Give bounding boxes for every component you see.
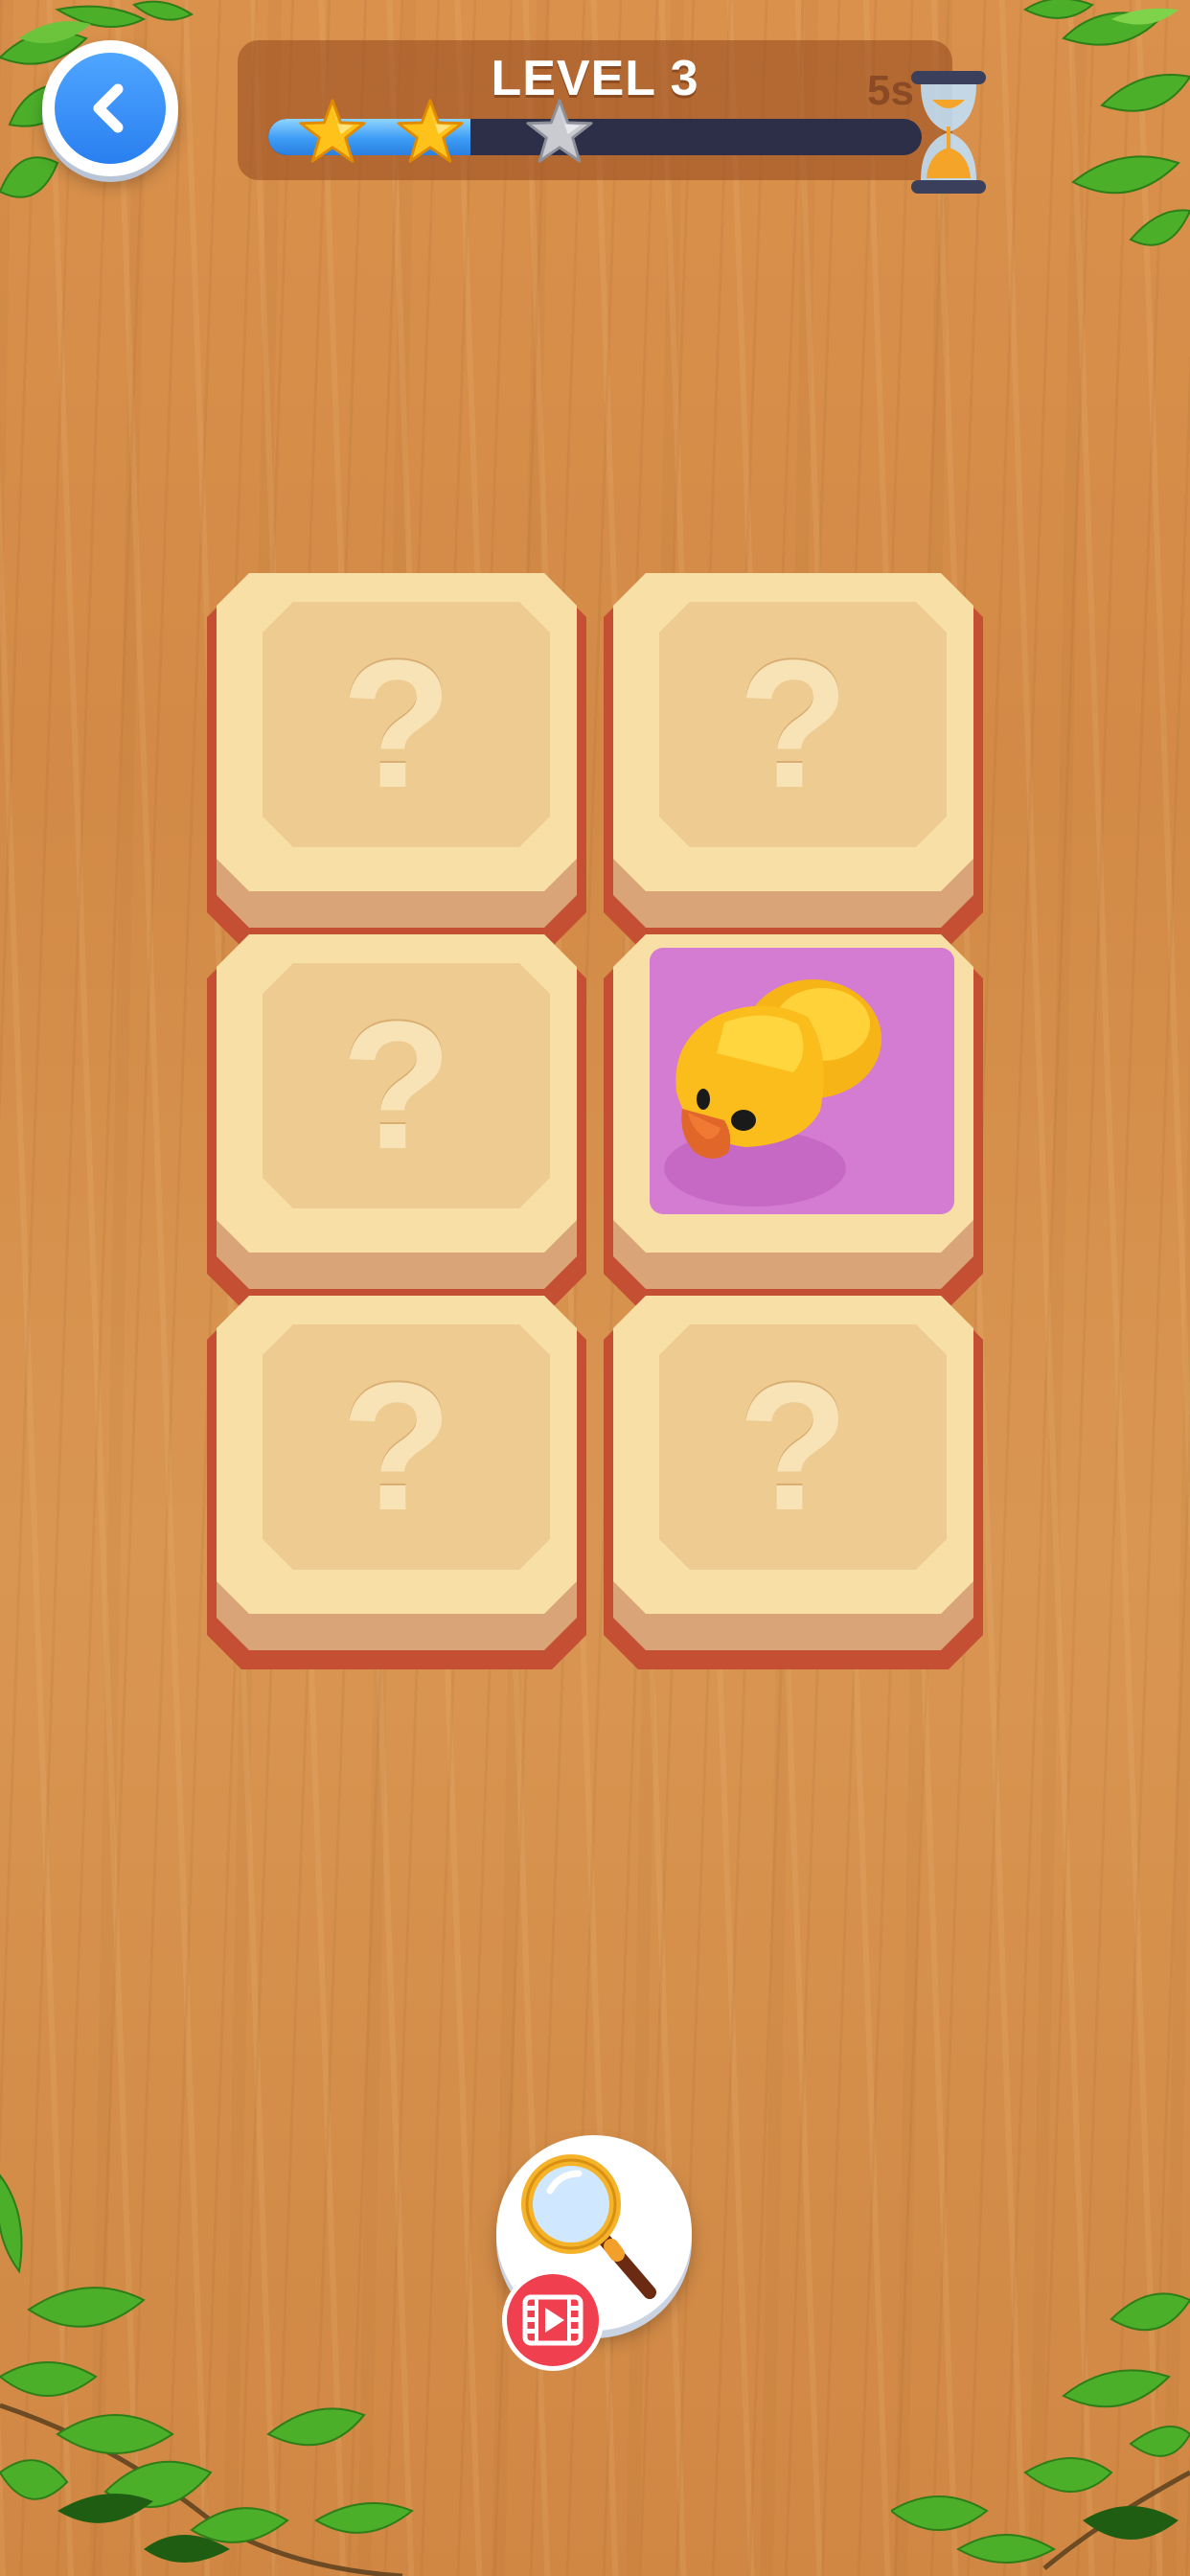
question-mark: ? xyxy=(737,1346,850,1549)
back-button-face xyxy=(55,53,166,164)
leaves-bottom-right-decoration xyxy=(891,2292,1190,2570)
chevron-left-icon xyxy=(93,83,124,133)
star-icon-silver xyxy=(526,99,593,163)
video-ad-icon xyxy=(522,2294,584,2346)
star-icon-gold xyxy=(299,99,366,163)
leaves-bottom-left-decoration xyxy=(0,2174,414,2576)
memory-card[interactable]: ? xyxy=(604,1296,983,1669)
memory-card[interactable]: ? xyxy=(604,573,983,947)
memory-card[interactable] xyxy=(604,934,983,1308)
leaves-top-right-decoration xyxy=(1023,0,1190,246)
memory-card[interactable]: ? xyxy=(207,934,586,1308)
hourglass-icon xyxy=(911,71,986,194)
memory-card[interactable]: ? xyxy=(207,573,586,947)
question-mark: ? xyxy=(340,984,453,1187)
duck-icon xyxy=(664,979,881,1207)
revealed-card-image xyxy=(650,948,954,1214)
back-button[interactable] xyxy=(42,40,178,176)
watch-ad-badge[interactable] xyxy=(502,2269,604,2371)
question-mark: ? xyxy=(340,1346,453,1549)
question-mark: ? xyxy=(340,623,453,826)
star-icon-gold xyxy=(397,99,464,163)
memory-card[interactable]: ? xyxy=(207,1296,586,1669)
card-face xyxy=(613,934,973,1253)
question-mark: ? xyxy=(737,623,850,826)
